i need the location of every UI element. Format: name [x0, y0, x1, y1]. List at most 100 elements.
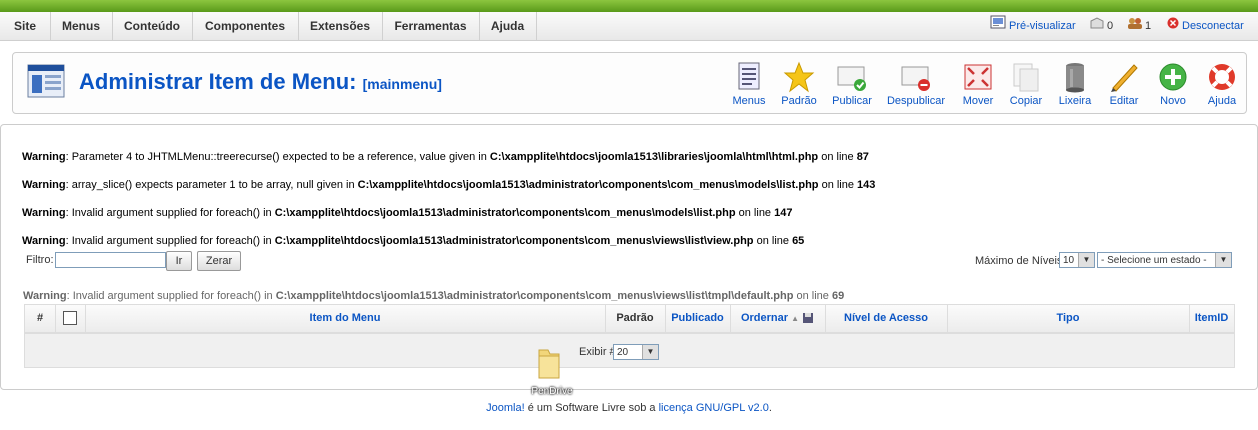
- menu-componentes[interactable]: Componentes: [192, 12, 299, 40]
- warning-message: Warning: Invalid argument supplied for f…: [23, 290, 844, 302]
- warning-path: C:\xampplite\htdocs\joomla1513\administr…: [357, 179, 819, 191]
- state-select-value: - Selecione um estado -: [1101, 255, 1207, 266]
- move-icon: [962, 61, 994, 93]
- page-footer: Joomla! é um Software Livre sob a licenç…: [0, 402, 1258, 414]
- menu-extensoes[interactable]: Extensões: [298, 12, 383, 40]
- warning-text: : Invalid argument supplied for foreach(…: [65, 235, 275, 247]
- warning-message: Warning: Invalid argument supplied for f…: [22, 207, 792, 219]
- footer-text: é um Software Livre sob a: [524, 402, 659, 414]
- logout-label: Desconectar: [1182, 20, 1244, 32]
- copy-icon: [1010, 61, 1042, 93]
- preview-link[interactable]: Pré-visualizar: [990, 12, 1076, 40]
- warning-label: Warning: [22, 179, 66, 191]
- filter-reset-button[interactable]: Zerar: [197, 251, 241, 271]
- toolbar-default-button[interactable]: Padrão: [769, 59, 829, 111]
- chevron-down-icon: ▼: [642, 345, 658, 359]
- display-count-value: 20: [617, 347, 629, 358]
- warning-label: Warning: [22, 151, 66, 163]
- toolbar-publish-button[interactable]: Publicar: [822, 59, 882, 111]
- column-default: Padrão: [605, 305, 666, 332]
- column-number: #: [25, 305, 56, 332]
- warning-label: Warning: [23, 290, 67, 302]
- joomla-link[interactable]: Joomla!: [486, 402, 525, 414]
- footer-end: .: [768, 402, 772, 414]
- warning-text: : array_slice() expects parameter 1 to b…: [65, 179, 358, 191]
- save-order-icon[interactable]: [802, 312, 814, 324]
- unpublish-icon: [900, 61, 932, 93]
- warning-path: C:\xampplite\htdocs\joomla1513\libraries…: [489, 151, 819, 163]
- warning-line: 87: [856, 151, 869, 163]
- menu-menus[interactable]: Menus: [50, 12, 113, 40]
- logout-icon: [1167, 12, 1179, 40]
- main-menubar: Site Menus Conteúdo Componentes Extensõe…: [0, 12, 1258, 41]
- star-icon: [783, 61, 815, 93]
- menu-conteudo[interactable]: Conteúdo: [112, 12, 193, 40]
- preview-icon: [990, 12, 1006, 40]
- messages-count-value: 0: [1107, 20, 1114, 32]
- column-itemid[interactable]: ItemID: [1189, 305, 1234, 332]
- warning-label: Warning: [22, 235, 66, 247]
- toolbar-publish-label: Publicar: [832, 95, 872, 107]
- warning-text: : Invalid argument supplied for foreach(…: [65, 207, 275, 219]
- warning-path: C:\xampplite\htdocs\joomla1513\administr…: [274, 207, 736, 219]
- toolbar-help-button[interactable]: Ajuda: [1192, 59, 1252, 111]
- column-select-all: [55, 305, 86, 332]
- pendrive-desktop-icon[interactable]: PenDrive: [526, 346, 573, 398]
- menu-items-table-header: # Item do Menu Padrão Publicado Ordernar…: [24, 304, 1235, 333]
- toolbar-default-label: Padrão: [781, 95, 817, 107]
- display-count-select[interactable]: 20 ▼: [613, 344, 659, 360]
- menu-site[interactable]: Site: [0, 12, 51, 40]
- users-count-value: 1: [1145, 20, 1152, 32]
- preview-label: Pré-visualizar: [1009, 20, 1076, 32]
- display-count-label: Exibir #: [579, 346, 616, 358]
- mail-icon: [1090, 12, 1104, 40]
- warning-online: on line: [818, 151, 857, 163]
- column-access-level[interactable]: Nível de Acesso: [825, 305, 948, 332]
- help-icon: [1206, 61, 1238, 93]
- warning-line: 65: [792, 235, 805, 247]
- pendrive-label: PenDrive: [531, 386, 573, 397]
- menus-icon: [733, 61, 765, 93]
- sort-arrow-icon: ▲: [791, 314, 799, 323]
- warning-text: : Invalid argument supplied for foreach(…: [66, 290, 276, 302]
- warning-text: : Parameter 4 to JHTMLMenu::treerecurse(…: [65, 151, 490, 163]
- filter-input[interactable]: [55, 252, 166, 268]
- warning-path: C:\xampplite\htdocs\joomla1513\administr…: [275, 290, 794, 302]
- column-order-label: Ordernar: [740, 312, 789, 324]
- logout-link[interactable]: Desconectar: [1167, 12, 1244, 40]
- column-order[interactable]: Ordernar ▲: [730, 305, 826, 332]
- column-menu-item[interactable]: Item do Menu: [85, 305, 606, 332]
- toolbar-unpublish-label: Despublicar: [886, 95, 946, 107]
- warning-line: 69: [831, 290, 845, 302]
- top-accent-bar: [0, 0, 1258, 12]
- folder-icon: [538, 349, 560, 379]
- license-link[interactable]: licença GNU/GPL v2.0: [659, 402, 769, 414]
- edit-icon: [1108, 61, 1140, 93]
- warning-online: on line: [818, 179, 858, 191]
- menu-ajuda[interactable]: Ajuda: [479, 12, 537, 40]
- max-levels-value: 10: [1063, 255, 1075, 266]
- chevron-down-icon: ▼: [1078, 253, 1094, 267]
- max-levels-select[interactable]: 10 ▼: [1059, 252, 1095, 268]
- column-published[interactable]: Publicado: [665, 305, 731, 332]
- chevron-down-icon: ▼: [1215, 253, 1231, 267]
- column-type[interactable]: Tipo: [947, 305, 1190, 332]
- toolbar-panel: Administrar Item de Menu: [mainmenu] Men…: [12, 52, 1247, 114]
- warning-label: Warning: [22, 207, 66, 219]
- filter-go-button[interactable]: Ir: [166, 251, 192, 271]
- menu-ferramentas[interactable]: Ferramentas: [382, 12, 480, 40]
- warning-online: on line: [793, 290, 832, 302]
- warning-online: on line: [735, 207, 775, 219]
- page-subtitle: [mainmenu]: [362, 76, 442, 92]
- menu-manager-icon: [26, 61, 68, 101]
- warning-line: 147: [774, 207, 793, 219]
- state-select[interactable]: - Selecione um estado - ▼: [1097, 252, 1232, 268]
- toolbar-unpublish-button[interactable]: Despublicar: [886, 59, 946, 111]
- select-all-checkbox[interactable]: [63, 311, 77, 326]
- warning-message: Warning: Invalid argument supplied for f…: [22, 235, 804, 247]
- filter-label: Filtro:: [26, 254, 54, 266]
- messages-count[interactable]: 0: [1090, 12, 1113, 40]
- table-footer: Exibir # 20 ▼: [24, 333, 1235, 368]
- publish-icon: [836, 61, 868, 93]
- users-count: 1: [1128, 12, 1151, 40]
